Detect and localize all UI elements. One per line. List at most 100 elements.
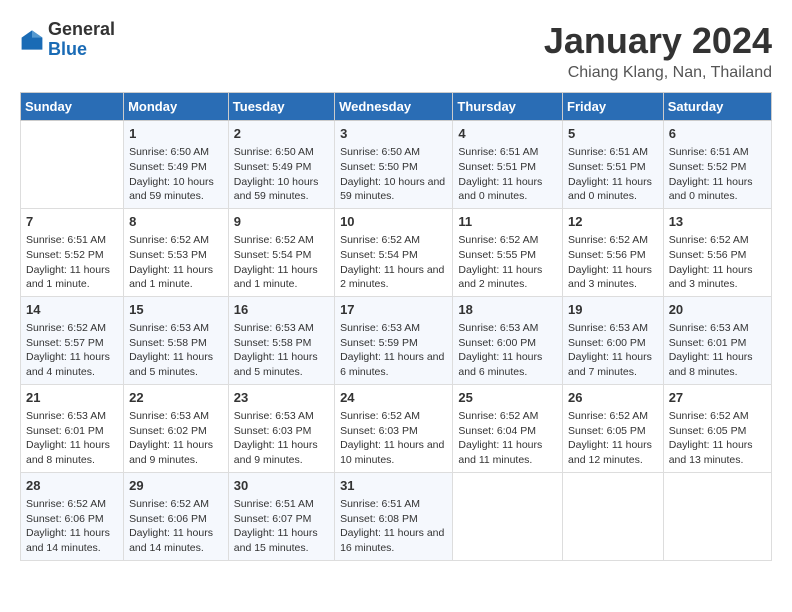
sunset-text: Sunset: 5:52 PM — [26, 248, 118, 263]
sunset-text: Sunset: 5:57 PM — [26, 336, 118, 351]
day-number: 3 — [340, 125, 447, 143]
day-number: 5 — [568, 125, 658, 143]
day-header-sunday: Sunday — [21, 93, 124, 121]
location: Chiang Klang, Nan, Thailand — [544, 64, 772, 82]
daylight-text: Daylight: 11 hours and 0 minutes. — [458, 175, 557, 204]
day-number: 6 — [669, 125, 766, 143]
sunrise-text: Sunrise: 6:52 AM — [129, 497, 223, 512]
daylight-text: Daylight: 11 hours and 16 minutes. — [340, 526, 447, 555]
sunset-text: Sunset: 5:55 PM — [458, 248, 557, 263]
sunrise-text: Sunrise: 6:53 AM — [340, 321, 447, 336]
sunset-text: Sunset: 6:00 PM — [568, 336, 658, 351]
sunrise-text: Sunrise: 6:52 AM — [568, 233, 658, 248]
sunrise-text: Sunrise: 6:52 AM — [26, 497, 118, 512]
calendar-cell: 25Sunrise: 6:52 AMSunset: 6:04 PMDayligh… — [453, 384, 563, 472]
calendar-cell: 11Sunrise: 6:52 AMSunset: 5:55 PMDayligh… — [453, 208, 563, 296]
sunrise-text: Sunrise: 6:53 AM — [129, 321, 223, 336]
calendar-cell — [563, 472, 664, 560]
sunrise-text: Sunrise: 6:50 AM — [340, 145, 447, 160]
day-number: 11 — [458, 213, 557, 231]
sunrise-text: Sunrise: 6:51 AM — [669, 145, 766, 160]
sunset-text: Sunset: 5:58 PM — [129, 336, 223, 351]
day-number: 20 — [669, 301, 766, 319]
daylight-text: Daylight: 11 hours and 8 minutes. — [669, 350, 766, 379]
daylight-text: Daylight: 11 hours and 11 minutes. — [458, 438, 557, 467]
daylight-text: Daylight: 11 hours and 5 minutes. — [129, 350, 223, 379]
calendar-cell: 23Sunrise: 6:53 AMSunset: 6:03 PMDayligh… — [228, 384, 334, 472]
day-number: 26 — [568, 389, 658, 407]
sunset-text: Sunset: 5:56 PM — [669, 248, 766, 263]
sunset-text: Sunset: 6:03 PM — [234, 424, 329, 439]
calendar-cell: 6 Sunrise: 6:51 AMSunset: 5:52 PMDaylight… — [663, 121, 771, 209]
sunset-text: Sunset: 5:52 PM — [669, 160, 766, 175]
sunrise-text: Sunrise: 6:51 AM — [458, 145, 557, 160]
calendar-cell: 16Sunrise: 6:53 AMSunset: 5:58 PMDayligh… — [228, 296, 334, 384]
day-number: 18 — [458, 301, 557, 319]
day-number: 12 — [568, 213, 658, 231]
calendar-cell: 4Sunrise: 6:51 AMSunset: 5:51 PMDaylight… — [453, 121, 563, 209]
calendar-cell — [453, 472, 563, 560]
calendar-header-row: SundayMondayTuesdayWednesdayThursdayFrid… — [21, 93, 772, 121]
page-header: General Blue January 2024 Chiang Klang, … — [20, 20, 772, 82]
calendar-cell: 26Sunrise: 6:52 AMSunset: 6:05 PMDayligh… — [563, 384, 664, 472]
title-block: January 2024 Chiang Klang, Nan, Thailand — [544, 20, 772, 82]
sunrise-text: Sunrise: 6:52 AM — [568, 409, 658, 424]
calendar-cell: 30Sunrise: 6:51 AMSunset: 6:07 PMDayligh… — [228, 472, 334, 560]
daylight-text: Daylight: 11 hours and 4 minutes. — [26, 350, 118, 379]
day-number: 9 — [234, 213, 329, 231]
daylight-text: Daylight: 11 hours and 6 minutes. — [458, 350, 557, 379]
sunset-text: Sunset: 5:51 PM — [568, 160, 658, 175]
day-number: 27 — [669, 389, 766, 407]
sunrise-text: Sunrise: 6:53 AM — [568, 321, 658, 336]
sunset-text: Sunset: 6:05 PM — [568, 424, 658, 439]
sunset-text: Sunset: 5:59 PM — [340, 336, 447, 351]
calendar-cell: 3 Sunrise: 6:50 AMSunset: 5:50 PMDaylight… — [335, 121, 453, 209]
calendar-cell: 14Sunrise: 6:52 AMSunset: 5:57 PMDayligh… — [21, 296, 124, 384]
calendar-cell: 5Sunrise: 6:51 AMSunset: 5:51 PMDaylight… — [563, 121, 664, 209]
calendar-cell: 9Sunrise: 6:52 AMSunset: 5:54 PMDaylight… — [228, 208, 334, 296]
daylight-text: Daylight: 11 hours and 3 minutes. — [669, 263, 766, 292]
day-number: 1 — [129, 125, 223, 143]
day-number: 23 — [234, 389, 329, 407]
sunset-text: Sunset: 5:49 PM — [129, 160, 223, 175]
day-number: 16 — [234, 301, 329, 319]
sunset-text: Sunset: 6:01 PM — [26, 424, 118, 439]
day-header-tuesday: Tuesday — [228, 93, 334, 121]
daylight-text: Daylight: 11 hours and 0 minutes. — [669, 175, 766, 204]
calendar-cell: 27Sunrise: 6:52 AMSunset: 6:05 PMDayligh… — [663, 384, 771, 472]
sunrise-text: Sunrise: 6:51 AM — [340, 497, 447, 512]
sunrise-text: Sunrise: 6:52 AM — [340, 409, 447, 424]
daylight-text: Daylight: 11 hours and 6 minutes. — [340, 350, 447, 379]
sunrise-text: Sunrise: 6:52 AM — [669, 409, 766, 424]
daylight-text: Daylight: 11 hours and 2 minutes. — [458, 263, 557, 292]
calendar-week-row: 1 Sunrise: 6:50 AM Sunset: 5:49 PM Daylight… — [21, 121, 772, 209]
sunset-text: Sunset: 6:06 PM — [129, 512, 223, 527]
calendar-cell: 1Sunrise: 6:50 AMSunset: 5:49 PMDaylight… — [124, 121, 229, 209]
day-number: 2 — [234, 125, 329, 143]
calendar-cell: 31Sunrise: 6:51 AMSunset: 6:08 PMDayligh… — [335, 472, 453, 560]
sunrise-text: Sunrise: 6:53 AM — [234, 409, 329, 424]
daylight-text: Daylight: 11 hours and 9 minutes. — [129, 438, 223, 467]
sunset-text: Sunset: 5:56 PM — [568, 248, 658, 263]
daylight-text: Daylight: 11 hours and 1 minute. — [234, 263, 329, 292]
sunrise-text: Sunrise: 6:53 AM — [669, 321, 766, 336]
calendar-cell: 8Sunrise: 6:52 AMSunset: 5:53 PMDaylight… — [124, 208, 229, 296]
day-number: 14 — [26, 301, 118, 319]
sunrise-text: Sunrise: 6:53 AM — [26, 409, 118, 424]
day-number: 13 — [669, 213, 766, 231]
calendar-cell: 10Sunrise: 6:52 AMSunset: 5:54 PMDayligh… — [335, 208, 453, 296]
daylight-text: Daylight: 11 hours and 7 minutes. — [568, 350, 658, 379]
day-header-saturday: Saturday — [663, 93, 771, 121]
sunrise-text: Sunrise: 6:52 AM — [340, 233, 447, 248]
calendar-week-row: 28Sunrise: 6:52 AMSunset: 6:06 PMDayligh… — [21, 472, 772, 560]
daylight-text: Daylight: 11 hours and 14 minutes. — [129, 526, 223, 555]
sunset-text: Sunset: 5:50 PM — [340, 160, 447, 175]
sunset-text: Sunset: 5:51 PM — [458, 160, 557, 175]
daylight-text: Daylight: 11 hours and 3 minutes. — [568, 263, 658, 292]
calendar-cell — [663, 472, 771, 560]
day-number: 8 — [129, 213, 223, 231]
day-header-wednesday: Wednesday — [335, 93, 453, 121]
daylight-text: Daylight: 10 hours and 59 minutes. — [340, 175, 447, 204]
calendar-table: SundayMondayTuesdayWednesdayThursdayFrid… — [20, 92, 772, 561]
sunrise-text: Sunrise: 6:53 AM — [234, 321, 329, 336]
